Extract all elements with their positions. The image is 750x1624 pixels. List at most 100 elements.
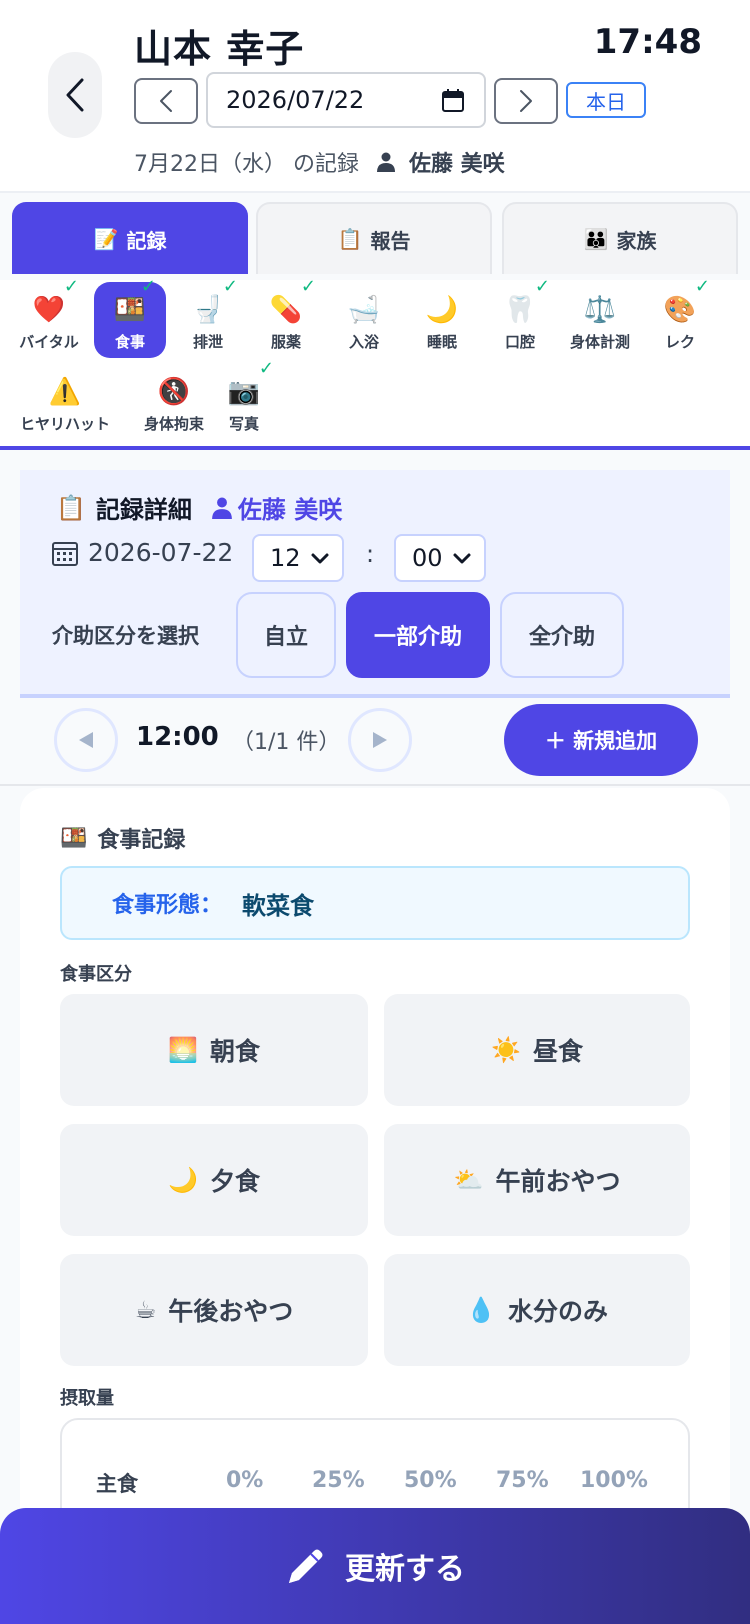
record-detail-panel: 📋 記録詳細 佐藤 美咲 2026-07-22 12 : 00 介助区分を選択 … bbox=[20, 470, 730, 698]
check-icon: ✓ bbox=[63, 276, 79, 297]
meal-lunch-button[interactable]: ☀️ 昼食 bbox=[384, 994, 690, 1106]
category-photo[interactable]: ✓ 📷 写真 bbox=[204, 358, 284, 440]
category-meal[interactable]: ✓ 🍱 食事 bbox=[94, 276, 166, 358]
moon-icon: 🌙 bbox=[425, 295, 459, 325]
meal-option-label: 午前おやつ bbox=[495, 1167, 621, 1196]
add-record-button[interactable]: ＋ 新規追加 bbox=[504, 704, 698, 776]
minute-select[interactable]: 00 bbox=[394, 534, 486, 582]
meal-card-title: 🍱 食事記録 bbox=[60, 822, 185, 854]
meal-form-key: 食事形態： bbox=[112, 893, 223, 918]
intake-option-75[interactable]: 75% bbox=[496, 1468, 549, 1493]
user-icon bbox=[377, 152, 395, 172]
back-button[interactable] bbox=[48, 52, 102, 138]
category-sleep[interactable]: 🌙 睡眠 bbox=[402, 282, 482, 358]
record-subline: 7月22日（水） の記録 佐藤 美咲 bbox=[134, 146, 505, 178]
category-bar: ✓ ❤️ バイタル ✓ 🍱 食事 ✓ 🚽 排泄 ✓ 💊 服薬 🛁 入浴 🌙 睡眠… bbox=[0, 276, 750, 450]
record-detail-title-text: 記録詳細 bbox=[95, 496, 192, 524]
category-oral[interactable]: ✓ 🦷 口腔 bbox=[480, 276, 560, 358]
meal-option-label: 午後おやつ bbox=[168, 1297, 294, 1326]
record-date: 2026-07-22 bbox=[52, 538, 233, 567]
minute-value: 00 bbox=[412, 544, 443, 572]
tab-record-label: 記録 bbox=[126, 228, 167, 253]
category-excretion[interactable]: ✓ 🚽 排泄 bbox=[168, 276, 248, 358]
triangle-right-icon bbox=[373, 732, 387, 748]
category-label: 排泄 bbox=[192, 333, 223, 351]
today-button[interactable]: 本日 bbox=[566, 82, 646, 118]
hot-beverage-icon: ☕ bbox=[134, 1296, 157, 1324]
category-label: 写真 bbox=[228, 415, 259, 433]
category-vital[interactable]: ✓ ❤️ バイタル bbox=[9, 276, 89, 358]
record-count: （1/1 件） bbox=[232, 730, 341, 755]
category-label: 身体計測 bbox=[569, 333, 630, 351]
palette-icon: 🎨 bbox=[663, 295, 697, 325]
category-label: 口腔 bbox=[504, 333, 535, 351]
meal-dinner-button[interactable]: 🌙 夕食 bbox=[60, 1124, 368, 1236]
record-staff-name: 佐藤 美咲 bbox=[237, 496, 343, 524]
heart-icon: ❤️ bbox=[32, 295, 66, 325]
tab-family[interactable]: 👪 家族 bbox=[502, 202, 738, 274]
bento-icon: 🍱 bbox=[60, 825, 88, 851]
meal-afternoon-snack-button[interactable]: ☕ 午後おやつ bbox=[60, 1254, 368, 1366]
assist-independent-button[interactable]: 自立 bbox=[236, 592, 336, 678]
scale-icon: ⚖️ bbox=[583, 295, 617, 325]
tooth-icon: 🦷 bbox=[503, 295, 537, 325]
meal-morning-snack-button[interactable]: ⛅ 午前おやつ bbox=[384, 1124, 690, 1236]
hour-value: 12 bbox=[270, 544, 301, 572]
intake-option-100[interactable]: 100% bbox=[580, 1468, 648, 1493]
category-label: 睡眠 bbox=[426, 333, 457, 351]
assist-full-button[interactable]: 全介助 bbox=[500, 592, 624, 678]
category-bath[interactable]: 🛁 入浴 bbox=[324, 282, 404, 358]
category-label: ヒヤリハット bbox=[19, 415, 110, 433]
check-icon: ✓ bbox=[258, 358, 274, 379]
bathtub-icon: 🛁 bbox=[347, 295, 381, 325]
meal-water-only-button[interactable]: 💧 水分のみ bbox=[384, 1254, 690, 1366]
next-day-button[interactable] bbox=[494, 78, 558, 124]
time-separator: : bbox=[366, 540, 375, 568]
sun-icon: ☀️ bbox=[491, 1036, 521, 1064]
date-input[interactable]: 2026/07/22 bbox=[206, 72, 486, 128]
chevron-down-icon bbox=[453, 553, 471, 564]
intake-option-50[interactable]: 50% bbox=[404, 1468, 457, 1493]
intake-label: 摂取量 bbox=[60, 1388, 114, 1409]
category-label: 身体拘束 bbox=[143, 415, 204, 433]
assist-partial-button[interactable]: 一部介助 bbox=[346, 592, 490, 678]
user-icon bbox=[211, 497, 232, 519]
category-label: 食事 bbox=[114, 333, 145, 351]
check-icon: ✓ bbox=[222, 276, 238, 297]
meal-record-card: 🍱 食事記録 食事形態： 軟菜食 食事区分 🌅 朝食 ☀️ 昼食 🌙 夕食 ⛅ … bbox=[20, 788, 730, 1578]
check-icon: ✓ bbox=[534, 276, 550, 297]
category-near-miss[interactable]: ⚠️ ヒヤリハット bbox=[10, 364, 120, 440]
tab-report[interactable]: 📋 報告 bbox=[256, 202, 492, 274]
hour-select[interactable]: 12 bbox=[252, 534, 344, 582]
check-icon: ✓ bbox=[140, 276, 156, 297]
update-button-label: 更新する bbox=[345, 1552, 465, 1587]
prev-record-button[interactable] bbox=[54, 708, 118, 772]
intake-row-label: 主食 bbox=[96, 1472, 138, 1496]
meal-category-label: 食事区分 bbox=[60, 964, 132, 985]
category-medication[interactable]: ✓ 💊 服薬 bbox=[246, 276, 326, 358]
assist-label: 介助区分を選択 bbox=[52, 624, 199, 648]
tab-report-label: 報告 bbox=[370, 228, 411, 253]
calendar-icon bbox=[52, 541, 78, 566]
no-pedestrians-icon: 🚷 bbox=[157, 377, 191, 407]
meal-option-label: 夕食 bbox=[209, 1167, 260, 1196]
prev-day-button[interactable] bbox=[134, 78, 198, 124]
next-record-button[interactable] bbox=[348, 708, 412, 772]
tab-family-label: 家族 bbox=[616, 228, 657, 253]
category-recreation[interactable]: ✓ 🎨 レク bbox=[640, 276, 720, 358]
clock: 17:48 bbox=[593, 22, 702, 62]
intake-option-25[interactable]: 25% bbox=[312, 1468, 365, 1493]
chevron-right-icon bbox=[520, 90, 532, 112]
update-button[interactable]: 更新する bbox=[0, 1508, 750, 1624]
intake-option-0[interactable]: 0% bbox=[226, 1468, 263, 1493]
sunrise-icon: 🌅 bbox=[168, 1036, 198, 1064]
meal-option-label: 昼食 bbox=[532, 1037, 583, 1066]
pencil-icon bbox=[289, 1549, 323, 1583]
category-label: 服薬 bbox=[270, 333, 301, 351]
record-detail-title: 📋 記録詳細 佐藤 美咲 bbox=[56, 490, 342, 525]
meal-breakfast-button[interactable]: 🌅 朝食 bbox=[60, 994, 368, 1106]
tab-record[interactable]: 📝 記録 bbox=[12, 202, 248, 274]
meal-option-label: 朝食 bbox=[209, 1037, 260, 1066]
category-body-measurement[interactable]: ⚖️ 身体計測 bbox=[560, 282, 640, 358]
clipboard-icon: 📋 bbox=[56, 493, 86, 522]
